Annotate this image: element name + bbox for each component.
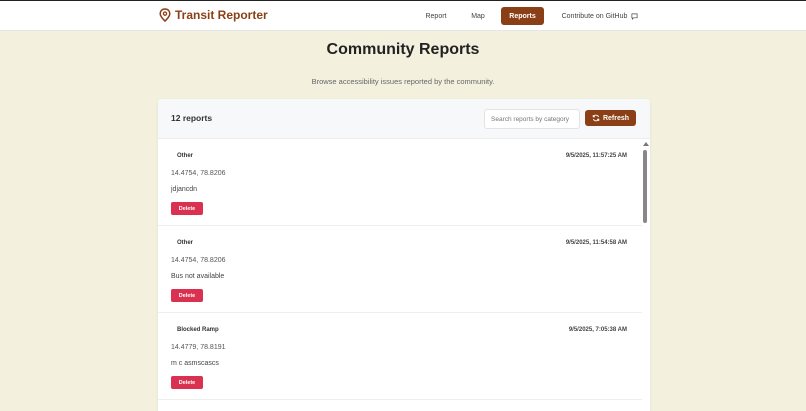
report-timestamp: 9/5/2025, 11:54:58 AM <box>565 240 627 246</box>
nav-reports-active[interactable]: Reports <box>501 7 544 25</box>
report-coordinates: 14.4754, 78.8206 <box>171 257 226 264</box>
report-card: Other 9/5/2025, 11:57:25 AM 14.4754, 78.… <box>158 139 642 226</box>
report-description: m c asmscascs <box>171 360 219 367</box>
delete-button[interactable]: Delete <box>171 289 203 302</box>
panel-header: 12 reports Refresh <box>158 99 650 139</box>
scroll-up-arrow[interactable] <box>643 142 649 146</box>
scrollbar[interactable] <box>642 139 650 411</box>
nav-report[interactable]: Report <box>420 7 452 25</box>
report-category: Blocked Ramp <box>177 327 219 333</box>
map-pin-icon <box>159 8 171 22</box>
report-card: Blocked Ramp 9/5/2025, 7:05:38 AM 14.477… <box>158 313 642 400</box>
report-description: Bus not available <box>171 273 225 280</box>
refresh-label: Refresh <box>602 114 630 122</box>
report-card: Other 9/5/2025, 11:54:58 AM 14.4754, 78.… <box>158 226 642 313</box>
scrollbar-thumb[interactable] <box>643 150 647 223</box>
report-category: Other <box>177 240 194 246</box>
search-input[interactable] <box>484 109 580 129</box>
brand-name: Transit Reporter <box>175 8 268 22</box>
nav-github[interactable]: Contribute on GitHub <box>555 7 645 25</box>
brand[interactable]: Transit Reporter <box>159 8 268 22</box>
report-coordinates: 14.4779, 78.8191 <box>171 344 226 351</box>
report-count: 12 reports <box>171 113 213 123</box>
nav-map[interactable]: Map <box>465 7 491 25</box>
report-category: Other <box>177 153 194 159</box>
report-list: Other 9/5/2025, 11:57:25 AM 14.4754, 78.… <box>158 139 642 400</box>
page-title: Community Reports <box>326 41 480 58</box>
report-coordinates: 14.4754, 78.8206 <box>171 170 226 177</box>
nav-github-label: Contribute on GitHub <box>561 12 628 20</box>
navbar: Transit Reporter Report Map Reports Cont… <box>0 1 806 31</box>
refresh-button[interactable]: Refresh <box>585 110 636 126</box>
report-timestamp: 9/5/2025, 11:57:25 AM <box>565 153 627 159</box>
report-description: jdjancdn <box>171 186 198 193</box>
chat-bubble-icon <box>631 13 638 20</box>
delete-button[interactable]: Delete <box>171 202 203 215</box>
report-timestamp: 9/5/2025, 7:05:38 AM <box>568 327 627 333</box>
page-subtitle: Browse accessibility issues reported by … <box>311 77 495 86</box>
delete-button[interactable]: Delete <box>171 376 203 389</box>
reports-panel: 12 reports Refresh Other 9/5/2025, 11:57… <box>158 99 650 411</box>
refresh-icon <box>592 114 600 122</box>
